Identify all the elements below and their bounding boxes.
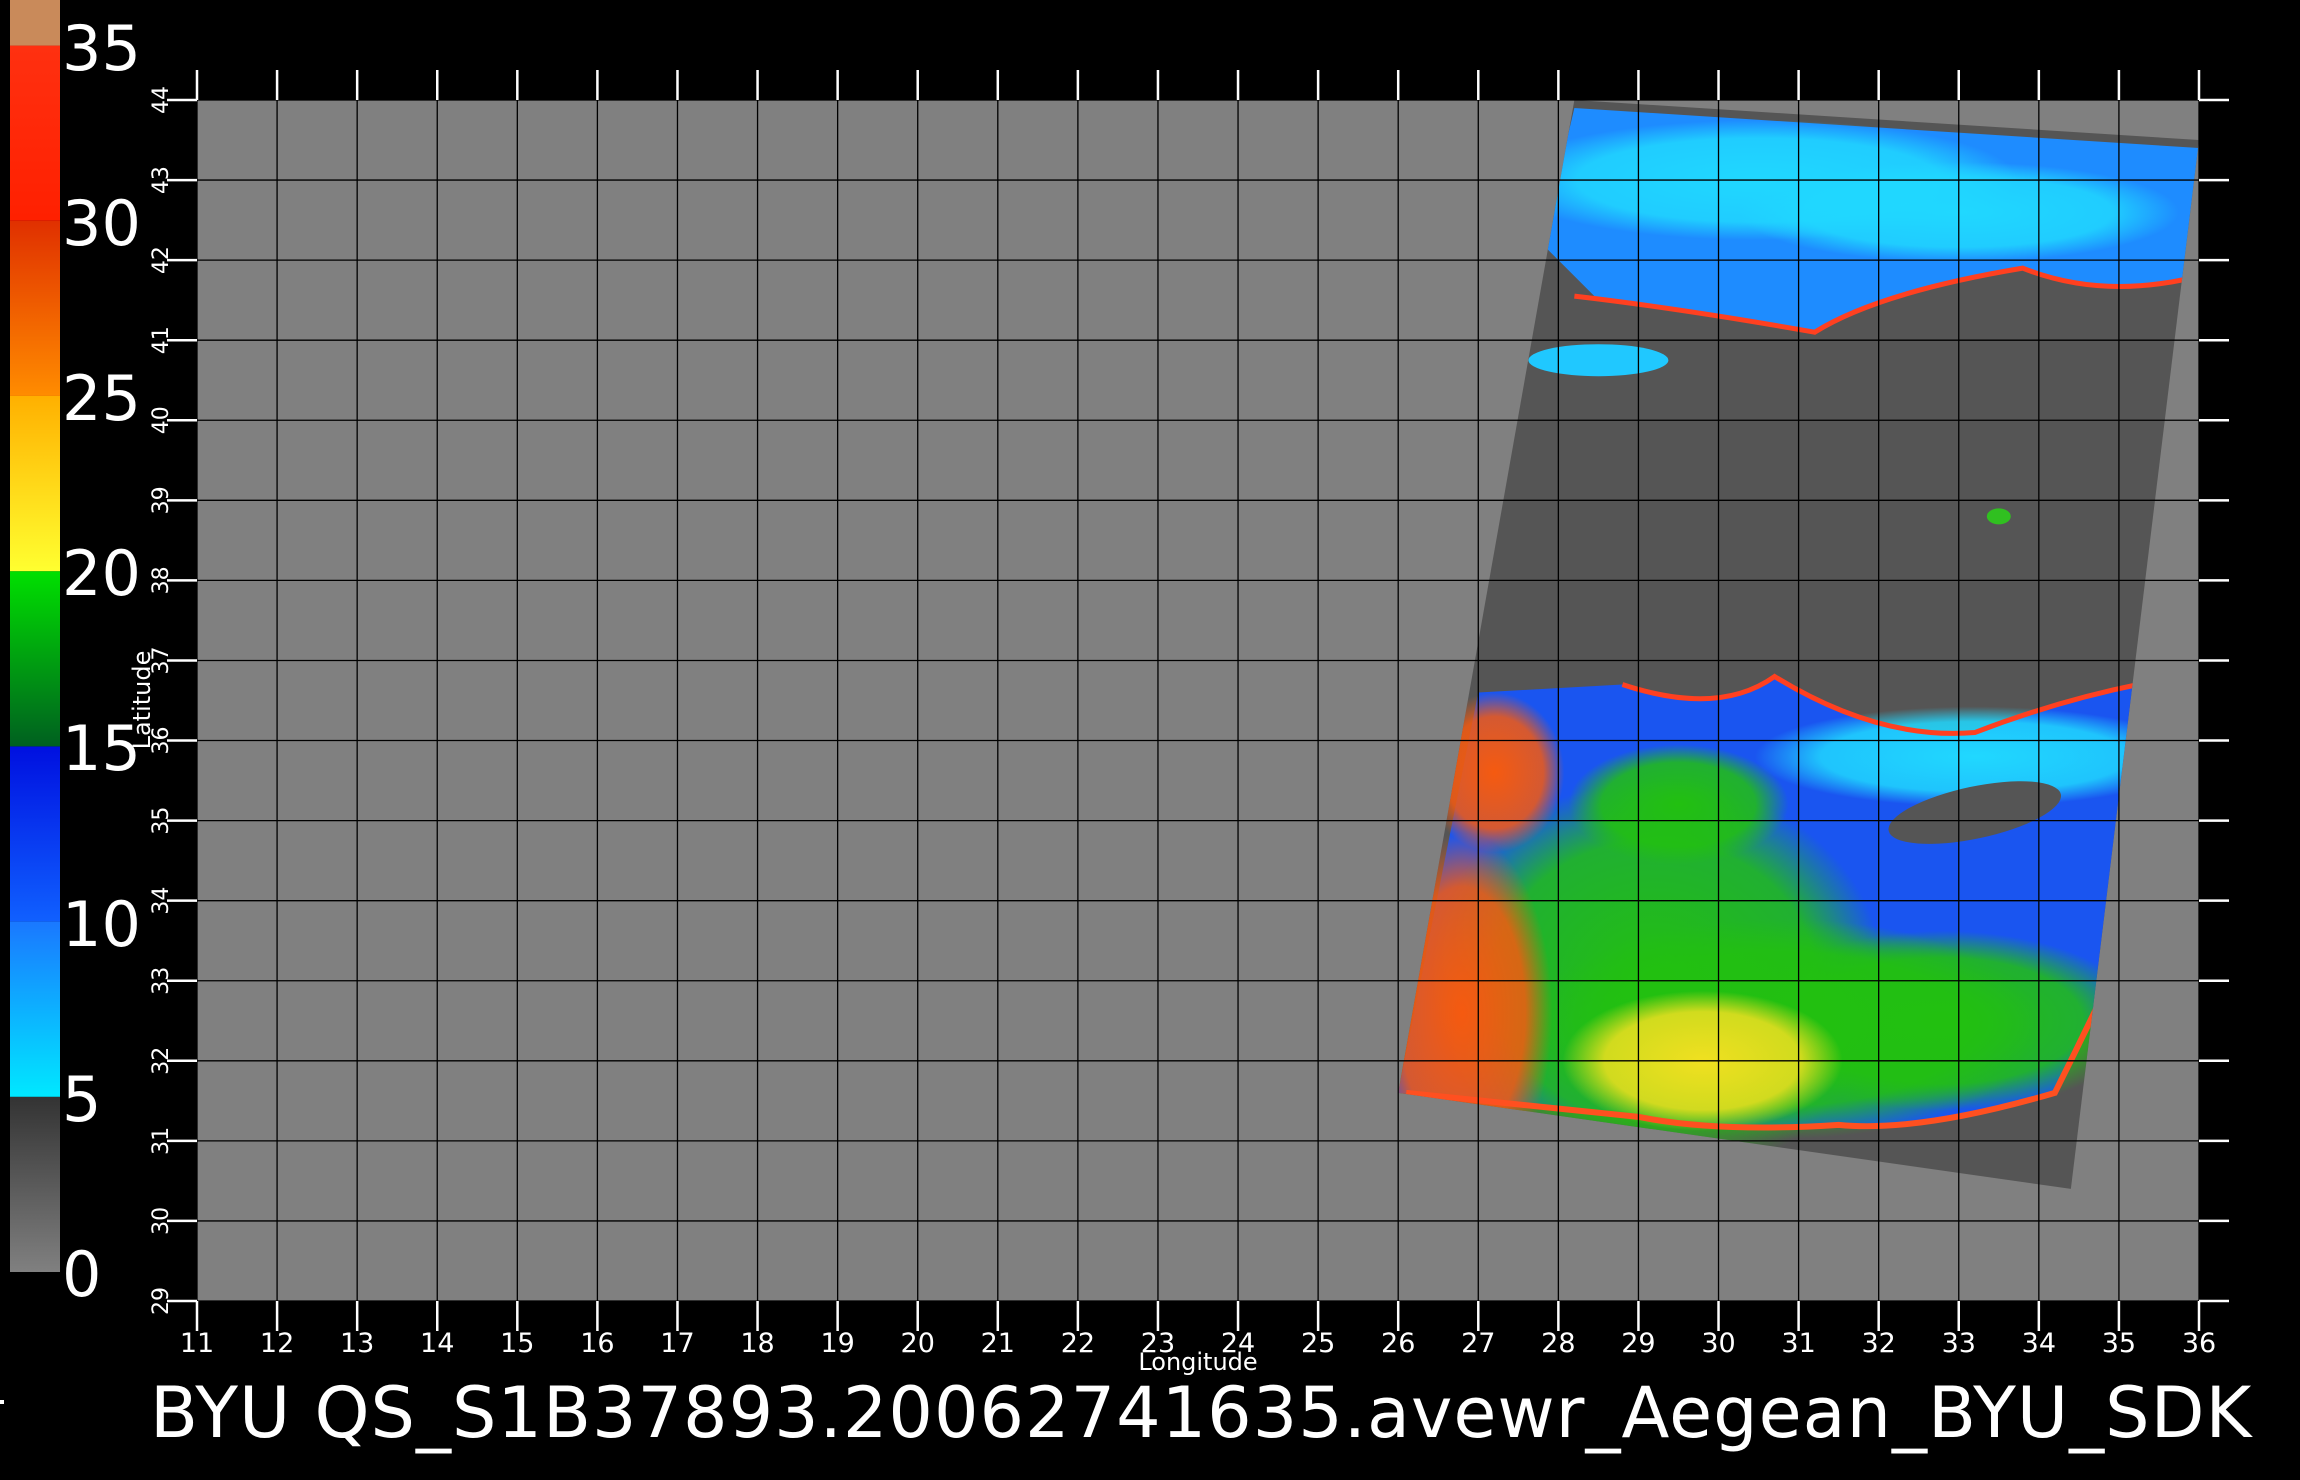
x-tick-label: 13 <box>340 1328 374 1359</box>
x-tick-label: 11 <box>180 1328 214 1359</box>
x-tick-label: 17 <box>660 1328 694 1359</box>
y-tick-label: 40 <box>149 406 174 434</box>
y-tick-label: 39 <box>149 486 174 514</box>
x-tick-label: 16 <box>580 1328 614 1359</box>
edge-dot <box>0 1400 4 1404</box>
y-tick-label: 30 <box>149 1207 174 1235</box>
x-tick-label: 30 <box>1701 1328 1735 1359</box>
x-tick-label: 26 <box>1381 1328 1415 1359</box>
x-tick-label: 32 <box>1862 1328 1896 1359</box>
wind-patch <box>1568 744 1789 865</box>
x-tick-label: 12 <box>260 1328 294 1359</box>
x-tick-label: 18 <box>740 1328 774 1359</box>
x-tick-label: 15 <box>500 1328 534 1359</box>
y-axis-label: Latitude <box>128 651 156 750</box>
x-tick-label: 21 <box>981 1328 1015 1359</box>
x-tick-label: 33 <box>1942 1328 1976 1359</box>
x-tick-label: 22 <box>1061 1328 1095 1359</box>
y-tick-label: 41 <box>149 326 174 354</box>
y-tick-label: 33 <box>149 967 174 995</box>
y-tick-label: 32 <box>149 1047 174 1075</box>
y-tick-label: 43 <box>149 166 174 194</box>
x-tick-label: 29 <box>1621 1328 1655 1359</box>
y-tick-label: 38 <box>149 566 174 594</box>
y-tick-label: 34 <box>149 887 174 915</box>
x-tick-label: 31 <box>1781 1328 1815 1359</box>
x-tick-label: 28 <box>1541 1328 1575 1359</box>
x-tick-label: 27 <box>1461 1328 1495 1359</box>
x-tick-label: 19 <box>820 1328 854 1359</box>
marmara-winds <box>1528 344 1669 377</box>
image-title: BYU QS_S1B37893.20062741635.avewr_Aegean… <box>150 1372 2253 1454</box>
y-tick-label: 44 <box>149 86 174 114</box>
x-tick-label: 34 <box>2022 1328 2056 1359</box>
y-tick-label: 35 <box>149 807 174 835</box>
x-tick-label: 25 <box>1301 1328 1335 1359</box>
x-tick-label: 35 <box>2102 1328 2136 1359</box>
wind-speed-map: 11 12 13 14 15 16 17 18 19 20 21 22 23 24 25 26 27 28 29 30… <box>128 70 2229 1376</box>
y-tick-label: 31 <box>149 1127 174 1155</box>
x-tick-label: 20 <box>901 1328 935 1359</box>
x-tick-label: 36 <box>2182 1328 2216 1359</box>
x-tick-label: 14 <box>420 1328 454 1359</box>
lake-patch <box>1986 508 2011 525</box>
y-tick-label: 29 <box>149 1287 174 1315</box>
y-tick-label: 42 <box>149 246 174 274</box>
